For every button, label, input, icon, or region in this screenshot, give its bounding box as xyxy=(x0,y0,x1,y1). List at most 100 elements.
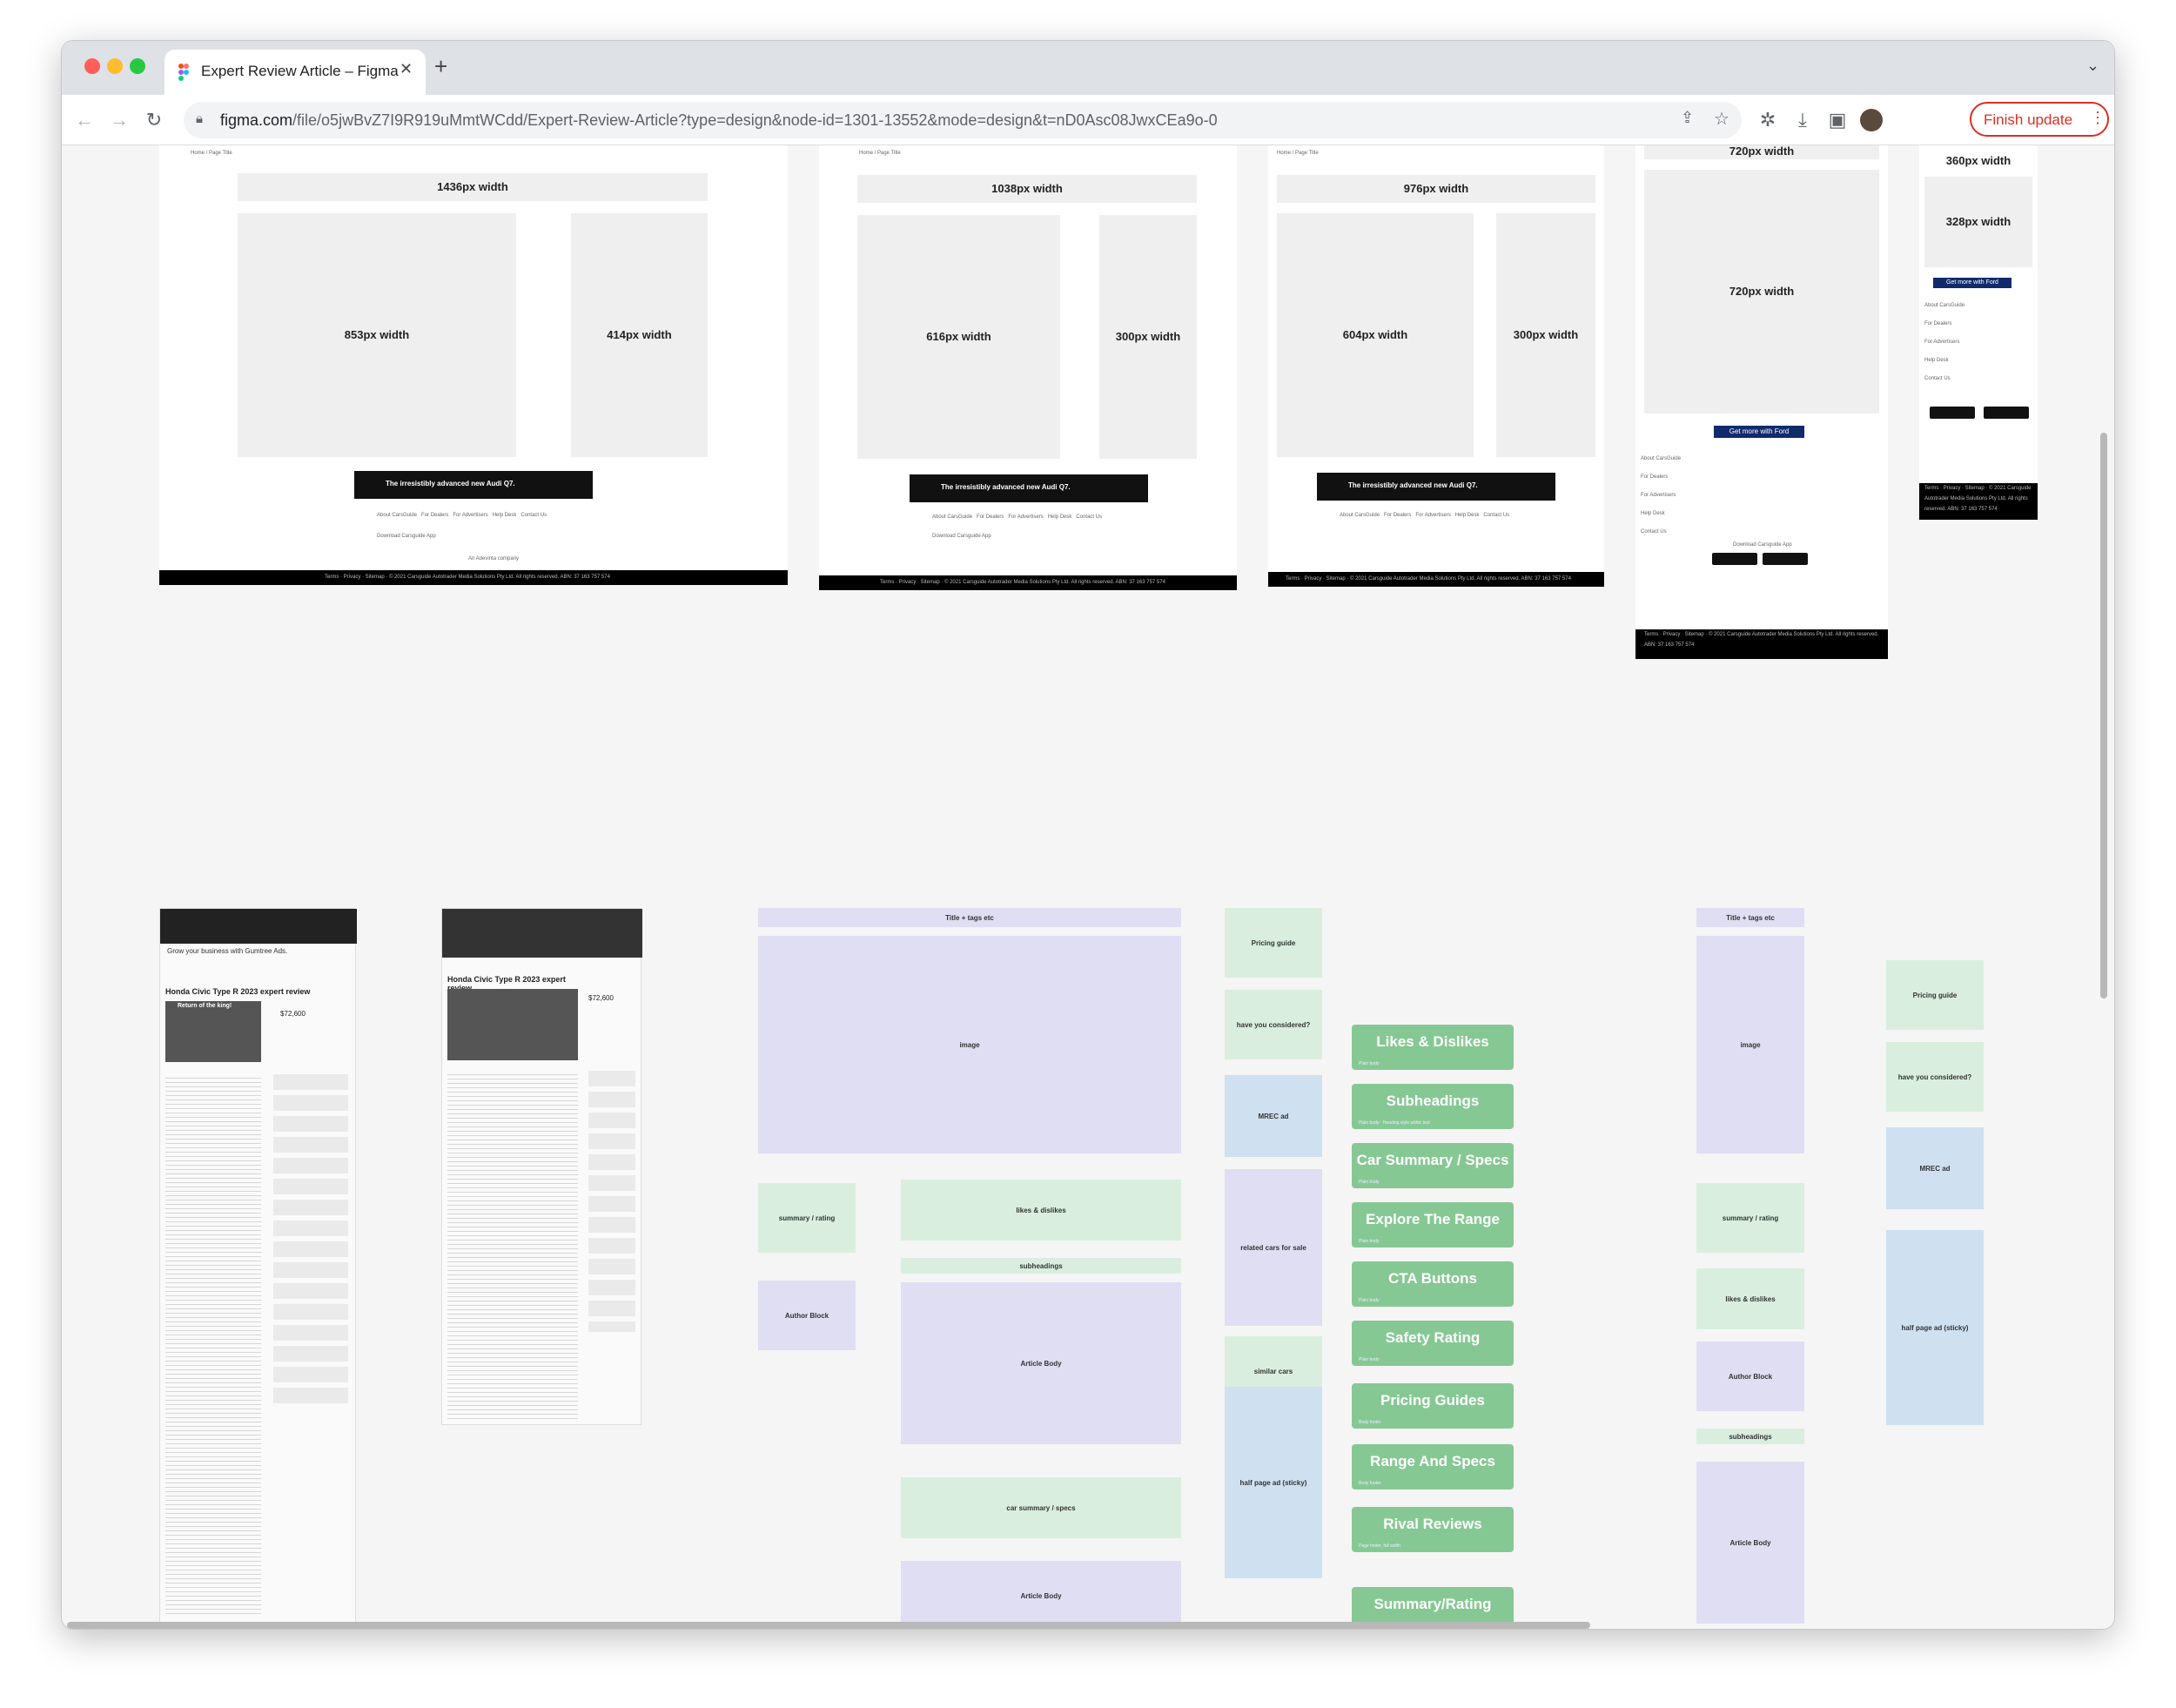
component-subtitle: Body footer xyxy=(1359,1420,1381,1425)
extensions-icon[interactable]: ✲ xyxy=(1752,102,1783,138)
bookmark-star-icon[interactable]: ☆ xyxy=(1714,108,1729,130)
block-image-mobile[interactable]: image xyxy=(1696,936,1804,1153)
block-author[interactable]: Author Block xyxy=(758,1281,856,1350)
block-article-body-mobile[interactable]: Article Body xyxy=(1696,1462,1804,1624)
block-summary-rating[interactable]: summary / rating xyxy=(758,1183,856,1253)
audi-ad-banner[interactable]: The irresistibly advanced new Audi Q7. xyxy=(1317,473,1555,501)
block-subheadings-mobile[interactable]: subheadings xyxy=(1696,1429,1804,1444)
footer-links: About CarsGuide For Dealers For Advertis… xyxy=(932,514,1103,520)
frame-976[interactable]: Home / Page Title 976px width 604px widt… xyxy=(1268,145,1604,588)
component-subtitle: Plain body xyxy=(1359,1357,1380,1362)
figma-icon xyxy=(178,64,189,81)
block-article-body[interactable]: Article Body xyxy=(901,1282,1181,1444)
figma-canvas[interactable]: Home / Page Title 1436px width 853px wid… xyxy=(62,145,2114,1629)
mockup-header xyxy=(160,909,357,944)
download-app-label: Download Carsguide App xyxy=(377,534,436,539)
block-title-tags[interactable]: Title + tags etc xyxy=(758,908,1181,927)
vertical-scrollbar[interactable] xyxy=(2100,433,2107,999)
ford-banner[interactable]: Get more with Ford xyxy=(1933,278,2011,288)
block-author-mobile[interactable]: Author Block xyxy=(1696,1342,1804,1411)
close-tab-icon[interactable]: ✕ xyxy=(400,60,413,78)
block-half-page-ad-right[interactable]: half page ad (sticky) xyxy=(1886,1230,1984,1425)
frame-720[interactable]: 720px width 720px width Get more with Fo… xyxy=(1635,145,1888,659)
tab-list-chevron-icon[interactable]: ⌄ xyxy=(2086,57,2099,75)
side-panel-icon[interactable]: ▣ xyxy=(1822,102,1853,138)
download-icon[interactable]: ⤓ xyxy=(1787,102,1818,138)
frame-title-360: 360px width xyxy=(1945,154,2011,167)
address-bar[interactable]: 🔒︎ figma.com/file/o5jwBvZ7I9R919uMmtWCdd… xyxy=(184,102,1742,138)
forward-icon[interactable]: → xyxy=(104,102,135,138)
audi-ad-banner[interactable]: The irresistibly advanced new Audi Q7. xyxy=(910,474,1148,502)
block-car-summary[interactable]: car summary / specs xyxy=(901,1477,1181,1538)
mockup-headline: Honda Civic Type R 2023 expert review xyxy=(165,987,311,996)
component-title: Safety Rating xyxy=(1385,1329,1481,1346)
component-range-and-specs[interactable]: Range And Specs Body footer xyxy=(1352,1444,1514,1489)
app-store-badge[interactable] xyxy=(1763,553,1808,565)
component-subtitle: Body footer xyxy=(1359,1481,1381,1486)
component-likes-dislikes[interactable]: Likes & Dislikes Plain body xyxy=(1352,1025,1514,1070)
component-cta-buttons[interactable]: CTA Buttons Plain body xyxy=(1352,1261,1514,1307)
url-text: figma.com/file/o5jwBvZ7I9R919uMmtWCdd/Ex… xyxy=(220,111,1218,129)
footer-links: About CarsGuide For Dealers For Advertis… xyxy=(1340,513,1510,518)
ford-banner[interactable]: Get more with Ford xyxy=(1714,426,1804,438)
block-have-you-considered-right[interactable]: have you considered? xyxy=(1886,1042,1984,1112)
component-safety-rating[interactable]: Safety Rating Plain body xyxy=(1352,1321,1514,1366)
block-likes-dislikes[interactable]: likes & dislikes xyxy=(901,1180,1181,1241)
block-half-page-ad[interactable]: half page ad (sticky) xyxy=(1225,1387,1322,1578)
close-window-button[interactable] xyxy=(84,58,100,74)
main-column: 604px width xyxy=(1277,213,1474,457)
main-column: 720px width xyxy=(1644,170,1879,414)
frame-1038[interactable]: Home / Page Title 1038px width 616px wid… xyxy=(819,145,1237,591)
block-subheadings[interactable]: subheadings xyxy=(901,1258,1181,1274)
component-subheadings[interactable]: Subheadings Plain body · Heading style wi… xyxy=(1352,1084,1514,1129)
component-title: Car Summary / Specs xyxy=(1356,1152,1509,1168)
block-likes-dislikes-mobile[interactable]: likes & dislikes xyxy=(1696,1268,1804,1329)
article-mockup-desktop[interactable]: Grow your business with Gumtree Ads. Hon… xyxy=(159,908,357,1629)
side-column: 414px width xyxy=(571,213,708,457)
minimize-window-button[interactable] xyxy=(107,58,123,74)
component-subtitle: Plain body xyxy=(1359,1239,1380,1244)
block-related-cars[interactable]: related cars for sale xyxy=(1225,1169,1322,1326)
block-article-body-2[interactable]: Article Body xyxy=(901,1561,1181,1629)
frame-title-720: 720px width xyxy=(1644,145,1879,159)
share-icon[interactable]: ⇪ xyxy=(1681,109,1694,127)
component-title: Explore The Range xyxy=(1366,1211,1500,1227)
new-tab-button[interactable]: + xyxy=(434,53,447,80)
profile-avatar[interactable] xyxy=(1860,109,1883,131)
google-play-badge[interactable] xyxy=(1930,407,1975,419)
maximize-window-button[interactable] xyxy=(130,58,145,74)
block-mrec-ad-right[interactable]: MREC ad xyxy=(1886,1127,1984,1209)
component-subtitle: Plain body · Heading style within text xyxy=(1359,1120,1430,1126)
component-car-summary-specs[interactable]: Car Summary / Specs Plain body xyxy=(1352,1143,1514,1188)
mockup-header xyxy=(442,909,642,958)
tab-expert-review[interactable]: Expert Review Article – Figma ✕ xyxy=(165,50,426,95)
component-title: Summary/Rating xyxy=(1373,1596,1492,1612)
back-icon[interactable]: ← xyxy=(69,102,100,138)
block-mrec-ad[interactable]: MREC ad xyxy=(1225,1075,1322,1157)
component-pricing-guides[interactable]: Pricing Guides Body footer xyxy=(1352,1383,1514,1429)
google-play-badge[interactable] xyxy=(1712,553,1757,565)
breadcrumb: Home / Page Title xyxy=(191,151,232,156)
component-rival-reviews[interactable]: Rival Reviews Page footer, full width xyxy=(1352,1507,1514,1552)
block-pricing-guide-right[interactable]: Pricing guide xyxy=(1886,960,1984,1030)
app-store-badge[interactable] xyxy=(1984,407,2029,419)
block-pricing-guide[interactable]: Pricing guide xyxy=(1225,908,1322,978)
component-title: Rival Reviews xyxy=(1383,1516,1482,1532)
block-title-tags-mobile[interactable]: Title + tags etc xyxy=(1696,908,1804,927)
article-mockup-tablet[interactable]: Honda Civic Type R 2023 expert review $7… xyxy=(441,908,642,1425)
main-column: 616px width xyxy=(857,215,1060,459)
frame-1436[interactable]: Home / Page Title 1436px width 853px wid… xyxy=(159,145,788,585)
component-explore-the-range[interactable]: Explore The Range Plain body xyxy=(1352,1202,1514,1247)
audi-ad-banner[interactable]: The irresistibly advanced new Audi Q7. xyxy=(354,471,593,499)
reload-icon[interactable]: ↻ xyxy=(138,102,170,138)
block-summary-rating-mobile[interactable]: summary / rating xyxy=(1696,1183,1804,1253)
block-image[interactable]: image xyxy=(758,936,1181,1153)
main-column: 328px width xyxy=(1924,177,2032,267)
finish-update-button[interactable]: Finish update ⋮ xyxy=(1970,102,2109,137)
frame-360[interactable]: 360px width 328px width Get more with Fo… xyxy=(1919,145,2038,520)
frame-title-976: 976px width xyxy=(1277,175,1595,203)
footer-link-list: About CarsGuide For Dealers For Advertiser… xyxy=(1641,456,1682,535)
frame-title-1038: 1038px width xyxy=(857,175,1197,203)
horizontal-scrollbar[interactable] xyxy=(67,1622,1590,1629)
block-have-you-considered[interactable]: have you considered? xyxy=(1225,990,1322,1059)
